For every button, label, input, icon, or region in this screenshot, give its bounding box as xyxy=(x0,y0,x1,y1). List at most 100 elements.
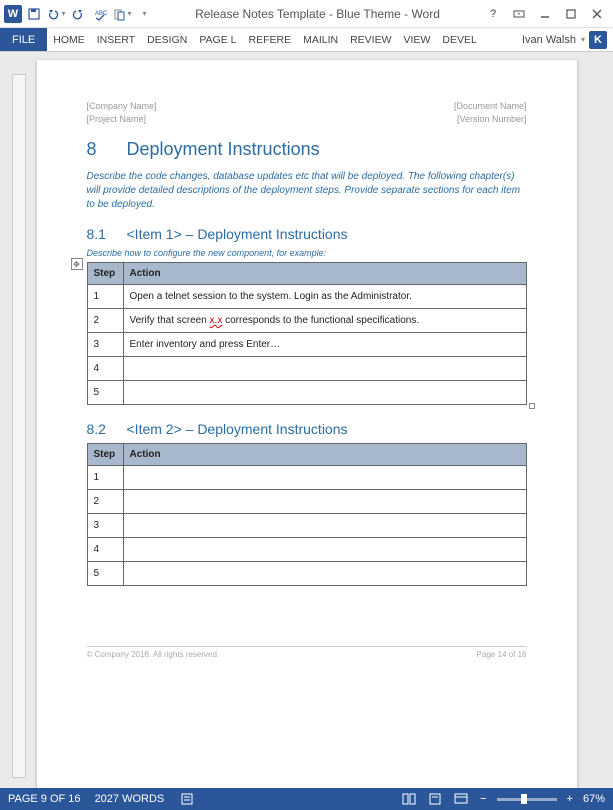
heading-1: 8Deployment Instructions xyxy=(87,139,527,160)
ribbon-tabs: FILE HOME INSERT DESIGN PAGE L REFERE MA… xyxy=(0,28,613,52)
minimize-button[interactable] xyxy=(533,4,557,24)
cell-step: 3 xyxy=(87,514,123,538)
paste-button[interactable]: ▾ xyxy=(112,4,132,24)
table-row: 2 xyxy=(87,490,526,514)
titlebar: W ▾ ABC ▾ ▾ Release Notes Template - Blu… xyxy=(0,0,613,28)
table-move-handle[interactable]: ✥ xyxy=(71,258,83,270)
section-8-1-desc: Describe how to configure the new compon… xyxy=(87,248,527,258)
heading-1-text: Deployment Instructions xyxy=(127,139,320,159)
qat-customize-button[interactable]: ▾ xyxy=(134,4,154,24)
th-action: Action xyxy=(123,444,526,466)
cell-step: 4 xyxy=(87,357,123,381)
cell-action xyxy=(123,466,526,490)
ribbon-options-button[interactable] xyxy=(507,4,531,24)
svg-text:ABC: ABC xyxy=(95,11,107,17)
heading-8-2-number: 8.2 xyxy=(87,421,127,437)
close-button[interactable] xyxy=(585,4,609,24)
header-project: [Project Name] xyxy=(87,113,157,126)
save-button[interactable] xyxy=(24,4,44,24)
table-row: 4 xyxy=(87,538,526,562)
cell-step: 5 xyxy=(87,381,123,405)
cell-action: Open a telnet session to the system. Log… xyxy=(123,285,526,309)
user-name[interactable]: Ivan Walsh xyxy=(522,34,576,46)
tab-developer[interactable]: DEVEL xyxy=(436,28,482,51)
table-row: 3Enter inventory and press Enter… xyxy=(87,333,526,357)
cell-action xyxy=(123,538,526,562)
cell-action: Verify that screen x.x corresponds to th… xyxy=(123,309,526,333)
footer-copyright: © Company 2016. All rights reserved. xyxy=(87,650,220,659)
table-row: 5 xyxy=(87,381,526,405)
tab-page-layout[interactable]: PAGE L xyxy=(193,28,242,51)
tab-view[interactable]: VIEW xyxy=(398,28,437,51)
cell-step: 1 xyxy=(87,285,123,309)
cell-step: 5 xyxy=(87,562,123,586)
word-app-icon: W xyxy=(4,5,22,23)
footer-page: Page 14 of 16 xyxy=(477,650,527,659)
user-avatar[interactable]: K xyxy=(589,31,607,49)
cell-action xyxy=(123,514,526,538)
table-header-row: Step Action xyxy=(87,263,526,285)
page-footer: © Company 2016. All rights reserved. Pag… xyxy=(87,646,527,659)
cell-step: 3 xyxy=(87,333,123,357)
heading-8-2-text: <Item 2> – Deployment Instructions xyxy=(127,421,348,437)
table-item-1: Step Action 1Open a telnet session to th… xyxy=(87,262,527,405)
tab-insert[interactable]: INSERT xyxy=(91,28,141,51)
status-bar: PAGE 9 OF 16 2027 WORDS − + 67% xyxy=(0,788,613,810)
document-page[interactable]: [Company Name] [Project Name] [Document … xyxy=(37,60,577,788)
undo-button[interactable]: ▾ xyxy=(46,4,66,24)
table-row: 2Verify that screen x.x corresponds to t… xyxy=(87,309,526,333)
th-step: Step xyxy=(87,263,123,285)
table-header-row: Step Action xyxy=(87,444,526,466)
spellcheck-button[interactable]: ABC xyxy=(90,4,110,24)
table-row: 1Open a telnet session to the system. Lo… xyxy=(87,285,526,309)
header-version: [Version Number] xyxy=(454,113,527,126)
zoom-slider-thumb[interactable] xyxy=(521,794,527,804)
maximize-button[interactable] xyxy=(559,4,583,24)
tab-design[interactable]: DESIGN xyxy=(141,28,193,51)
tab-mailings[interactable]: MAILIN xyxy=(297,28,344,51)
cell-step: 2 xyxy=(87,490,123,514)
vertical-ruler[interactable] xyxy=(12,74,26,778)
table-item-2: Step Action 1 2 3 4 5 xyxy=(87,443,527,586)
table-row: 4 xyxy=(87,357,526,381)
section-intro: Describe the code changes, database upda… xyxy=(87,170,527,212)
th-action: Action xyxy=(123,263,526,285)
table-row: 1 xyxy=(87,466,526,490)
zoom-out-button[interactable]: − xyxy=(478,793,488,805)
proofing-icon[interactable] xyxy=(178,791,196,807)
web-layout-button[interactable] xyxy=(452,791,470,807)
zoom-level[interactable]: 67% xyxy=(583,793,605,805)
header-docname: [Document Name] xyxy=(454,100,527,113)
redo-button[interactable] xyxy=(68,4,88,24)
tab-references[interactable]: REFERE xyxy=(242,28,297,51)
document-workspace: [Company Name] [Project Name] [Document … xyxy=(0,52,613,788)
quick-access-toolbar: W ▾ ABC ▾ ▾ xyxy=(4,4,154,24)
cell-action xyxy=(123,490,526,514)
cell-action xyxy=(123,357,526,381)
heading-8-1: 8.1<Item 1> – Deployment Instructions xyxy=(87,226,527,242)
window-controls: ? xyxy=(481,4,609,24)
read-mode-button[interactable] xyxy=(400,791,418,807)
file-tab[interactable]: FILE xyxy=(0,28,47,51)
table-row: 5 xyxy=(87,562,526,586)
window-title: Release Notes Template - Blue Theme - Wo… xyxy=(154,7,481,21)
heading-8-1-number: 8.1 xyxy=(87,226,127,242)
print-layout-button[interactable] xyxy=(426,791,444,807)
cell-action xyxy=(123,381,526,405)
page-header: [Company Name] [Project Name] [Document … xyxy=(87,100,527,125)
status-words[interactable]: 2027 WORDS xyxy=(95,793,165,805)
zoom-in-button[interactable]: + xyxy=(565,793,575,805)
cell-step: 2 xyxy=(87,309,123,333)
help-button[interactable]: ? xyxy=(481,4,505,24)
th-step: Step xyxy=(87,444,123,466)
cell-action xyxy=(123,562,526,586)
cell-step: 4 xyxy=(87,538,123,562)
header-company: [Company Name] xyxy=(87,100,157,113)
spell-error: x.x xyxy=(210,315,223,326)
heading-8-1-text: <Item 1> – Deployment Instructions xyxy=(127,226,348,242)
zoom-slider[interactable] xyxy=(497,798,557,801)
table-resize-handle[interactable] xyxy=(529,403,535,409)
tab-review[interactable]: REVIEW xyxy=(344,28,397,51)
tab-home[interactable]: HOME xyxy=(47,28,91,51)
status-page[interactable]: PAGE 9 OF 16 xyxy=(8,793,81,805)
